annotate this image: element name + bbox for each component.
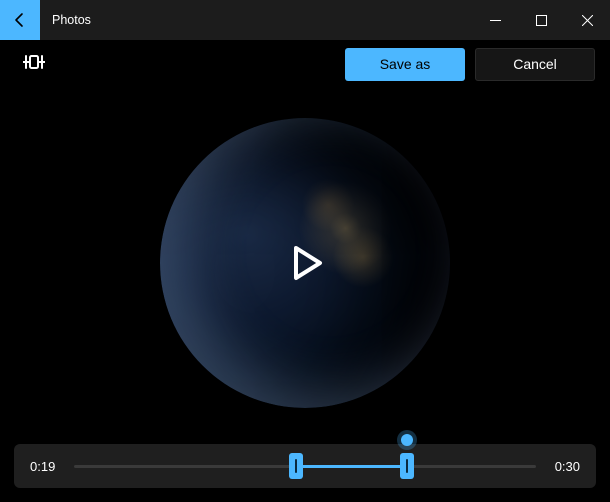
minimize-icon bbox=[490, 15, 501, 26]
toolbar: Save as Cancel bbox=[0, 46, 610, 82]
total-time: 0:30 bbox=[550, 459, 580, 474]
cancel-button[interactable]: Cancel bbox=[475, 48, 595, 81]
back-button[interactable] bbox=[0, 0, 40, 40]
titlebar: Photos bbox=[0, 0, 610, 40]
current-time: 0:19 bbox=[30, 459, 60, 474]
back-arrow-icon bbox=[12, 12, 28, 28]
playhead[interactable] bbox=[401, 434, 413, 446]
trim-range bbox=[296, 465, 407, 468]
play-button[interactable] bbox=[265, 223, 345, 303]
trim-icon bbox=[23, 53, 45, 76]
app-title: Photos bbox=[52, 13, 91, 27]
trim-controls: 0:19 0:30 bbox=[14, 444, 596, 488]
maximize-icon bbox=[536, 15, 547, 26]
window-controls bbox=[472, 0, 610, 40]
minimize-button[interactable] bbox=[472, 0, 518, 40]
timeline-track[interactable] bbox=[74, 444, 536, 488]
close-icon bbox=[582, 15, 593, 26]
save-as-button[interactable]: Save as bbox=[345, 48, 465, 81]
maximize-button[interactable] bbox=[518, 0, 564, 40]
close-button[interactable] bbox=[564, 0, 610, 40]
video-preview bbox=[0, 88, 610, 438]
play-icon bbox=[278, 236, 332, 290]
trim-end-handle[interactable] bbox=[400, 453, 414, 479]
trim-start-handle[interactable] bbox=[289, 453, 303, 479]
